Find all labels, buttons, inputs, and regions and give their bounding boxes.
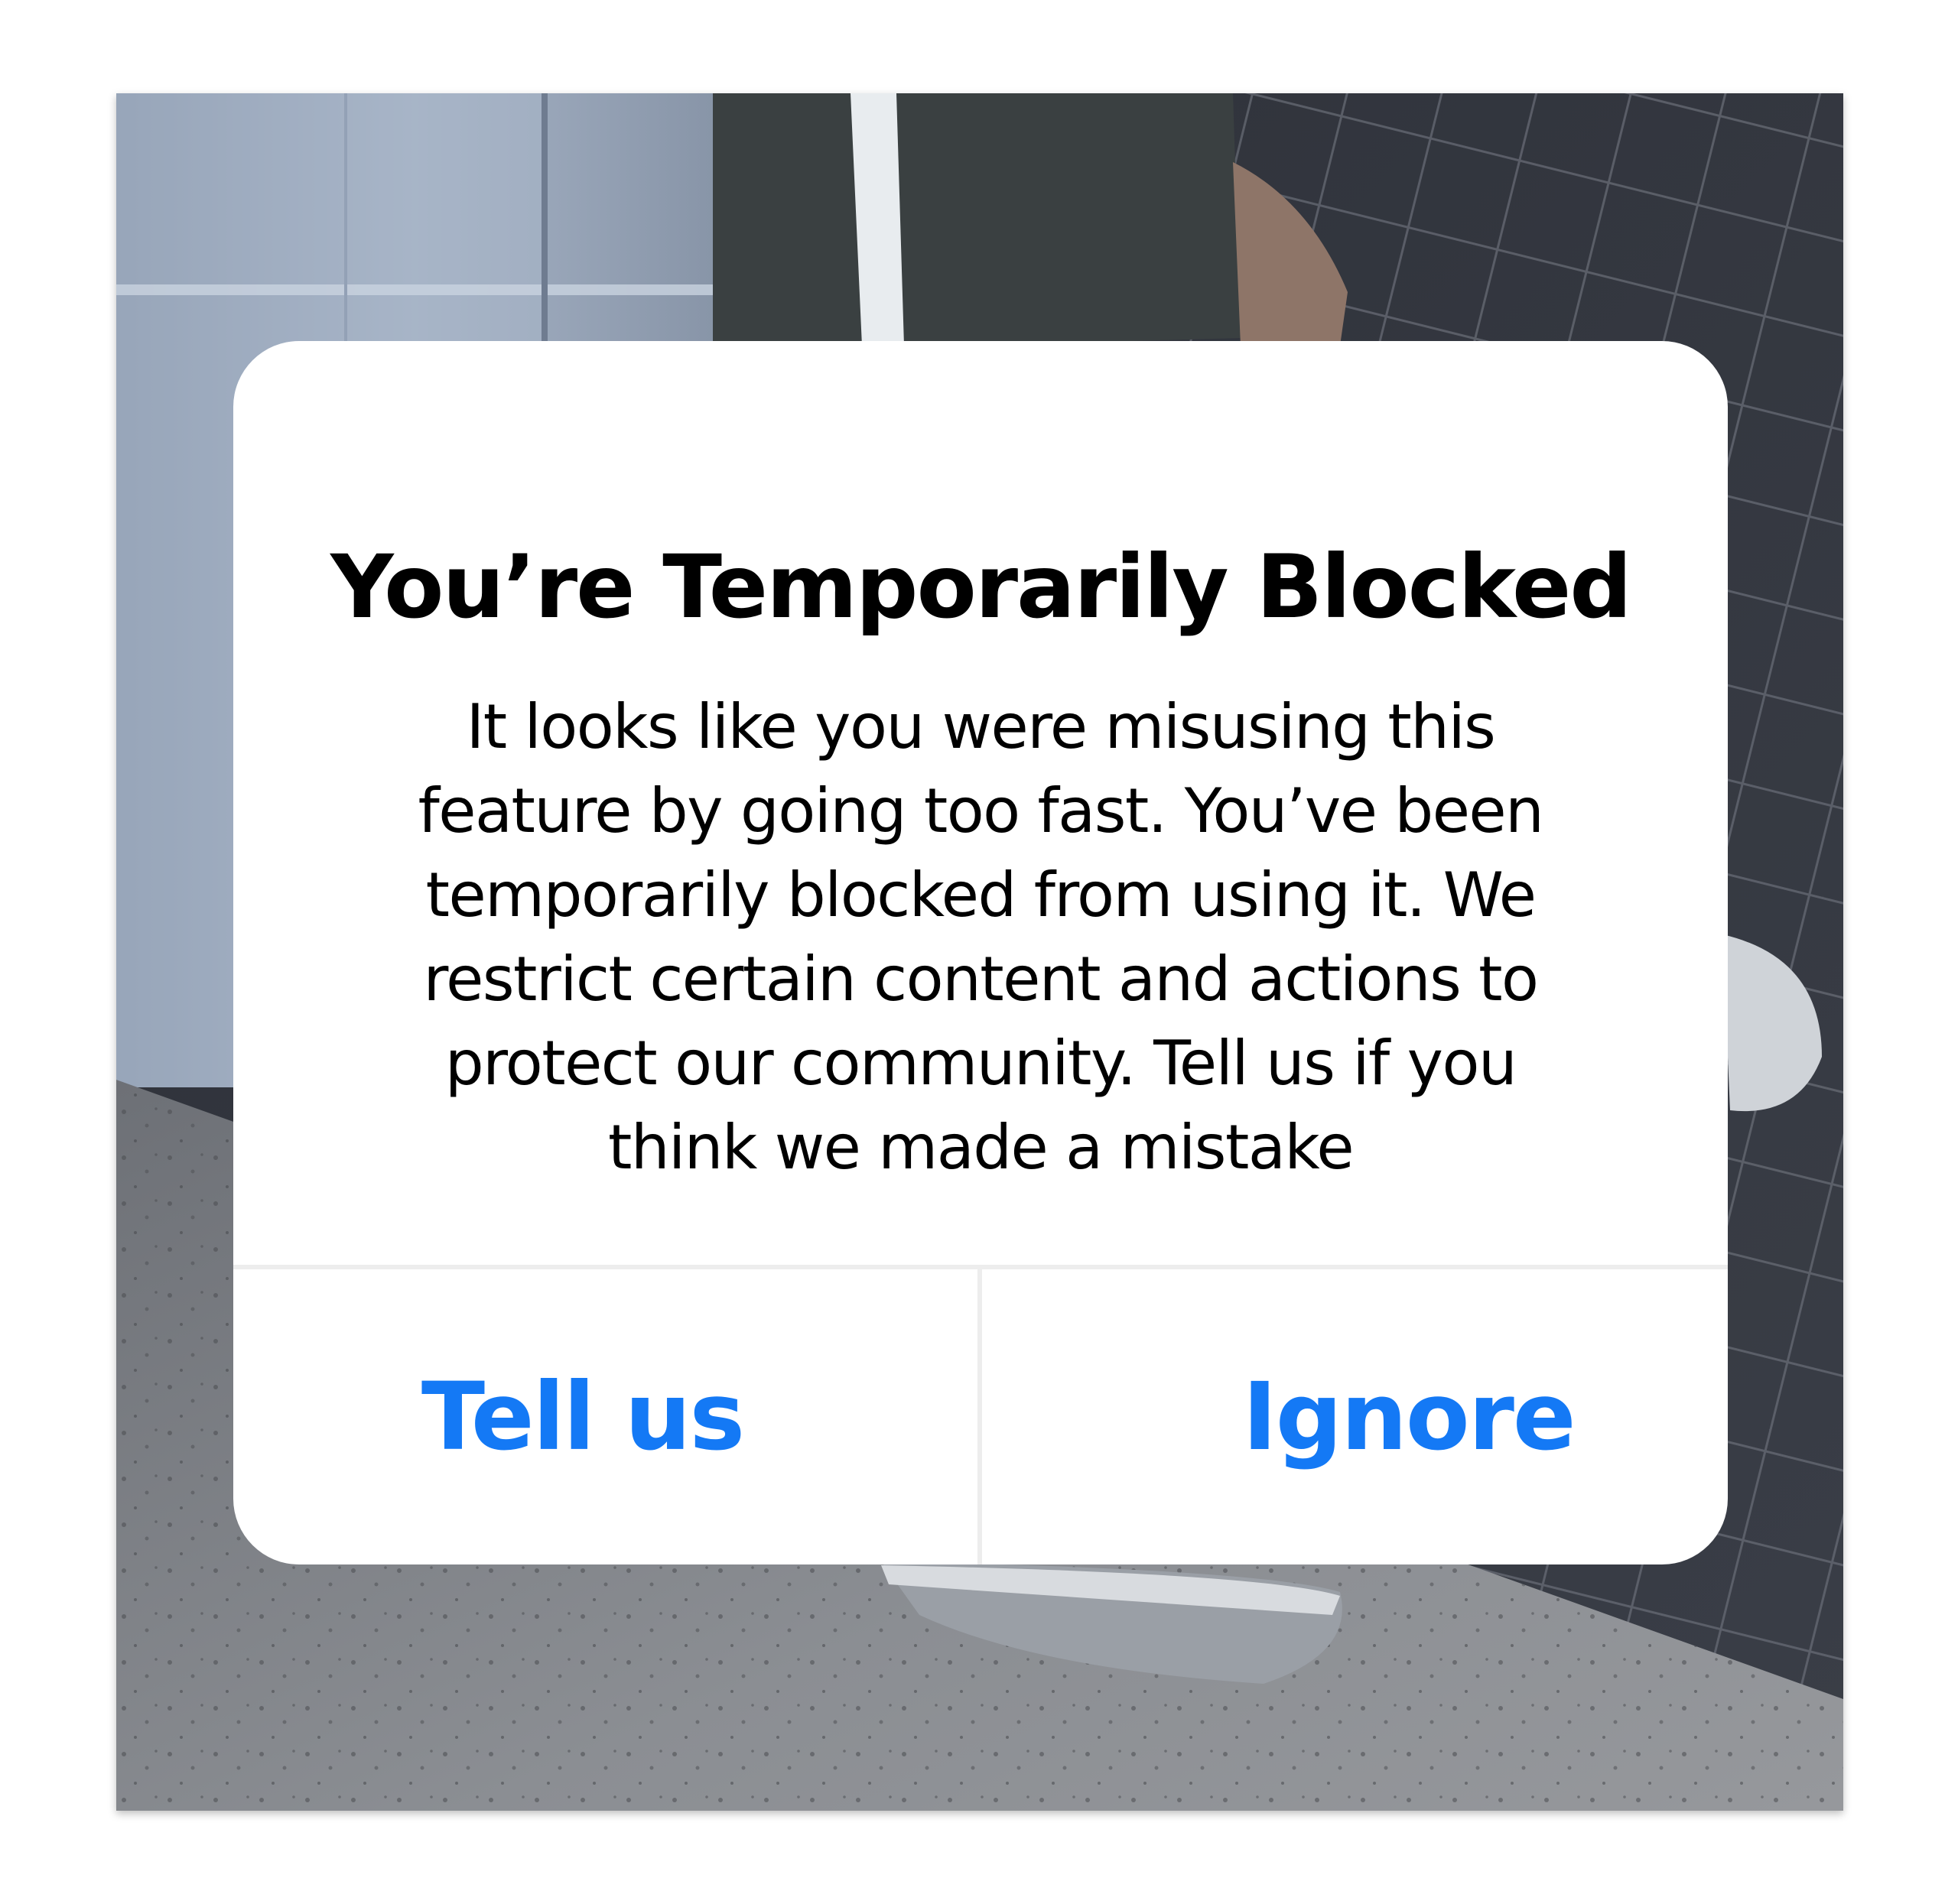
- message-line: temporarily blocked from using it. We: [425, 859, 1537, 931]
- tell-us-label: Tell us: [421, 1363, 745, 1471]
- message-line: protect our community. Tell us if you: [444, 1028, 1517, 1099]
- dialog-title: You’re Temporarily Blocked: [330, 536, 1632, 638]
- dialog-message: It looks like you were misusing this fea…: [363, 685, 1598, 1190]
- ignore-label: Ignore: [1242, 1363, 1576, 1471]
- canvas: You’re Temporarily Blocked It looks like…: [0, 0, 1958, 1904]
- message-line: restrict certain content and actions to: [423, 944, 1539, 1015]
- message-line: It looks like you were misusing this: [466, 691, 1496, 762]
- ignore-button[interactable]: Ignore: [982, 1269, 1728, 1564]
- message-line: feature by going too fast. You’ve been: [418, 775, 1544, 846]
- tell-us-button[interactable]: Tell us: [233, 1269, 977, 1564]
- message-line: think we made a mistake: [607, 1112, 1355, 1183]
- blocked-dialog: You’re Temporarily Blocked It looks like…: [233, 341, 1728, 1564]
